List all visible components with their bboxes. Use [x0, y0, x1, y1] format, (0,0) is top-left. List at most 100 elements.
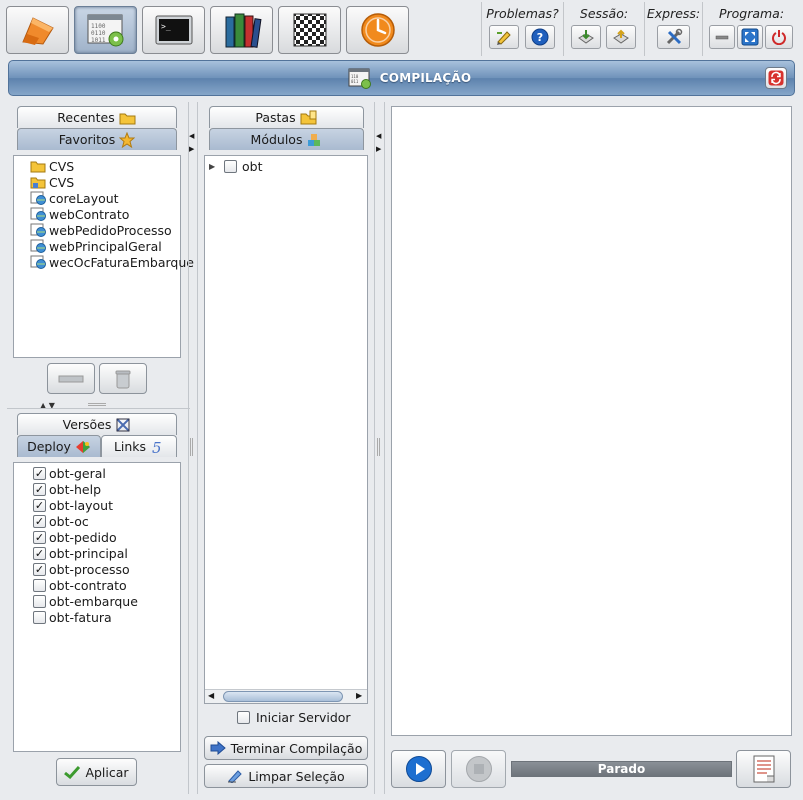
tab-modules[interactable]: Módulos — [209, 128, 364, 150]
library-button[interactable] — [210, 6, 273, 54]
refresh-button[interactable] — [765, 67, 787, 89]
apply-button[interactable]: Aplicar — [56, 758, 137, 786]
deploy-item-label: obt-layout — [49, 497, 113, 513]
session-label: Sessão: — [579, 6, 629, 21]
deploy-item[interactable]: ✓ obt-oc — [33, 513, 89, 529]
session-group: Sessão: — [563, 2, 644, 56]
minimize-button[interactable] — [709, 25, 735, 49]
maximize-button[interactable] — [737, 25, 763, 49]
expand-arrow-icon[interactable]: ▶ — [209, 162, 221, 171]
remove-favorite-button[interactable] — [47, 363, 95, 394]
clock-button[interactable] — [346, 6, 409, 54]
stop-button[interactable] — [451, 750, 506, 788]
status-indicator: Parado — [511, 761, 732, 777]
terminal-button[interactable]: >_ — [142, 6, 205, 54]
deploy-item[interactable]: ✓ obt-layout — [33, 497, 113, 513]
deploy-item[interactable]: obt-embarque — [33, 593, 138, 609]
modules-icon — [308, 133, 321, 146]
deploy-item[interactable]: ✓ obt-pedido — [33, 529, 117, 545]
middle-left-border — [197, 102, 198, 794]
finish-compilation-label: Terminar Compilação — [230, 740, 363, 756]
left-splitter[interactable] — [188, 102, 189, 794]
versions-icon — [116, 417, 131, 432]
favorite-item[interactable]: webPedidoProcesso — [30, 222, 172, 238]
deploy-item[interactable]: obt-contrato — [33, 577, 127, 593]
express-label: Express: — [646, 6, 701, 21]
start-server-label: Iniciar Servidor — [256, 710, 351, 725]
horizontal-scrollbar[interactable]: ◀ ▶ — [205, 689, 367, 703]
tab-versions[interactable]: Versões — [17, 413, 177, 435]
svg-text:5: 5 — [152, 439, 162, 455]
splitter-grip-left[interactable] — [190, 438, 193, 456]
scrollbar-thumb[interactable] — [223, 691, 343, 702]
deploy-item-checkbox[interactable]: ✓ — [33, 498, 46, 512]
tab-links[interactable]: Links 5 — [101, 435, 177, 457]
expand-left-icon[interactable]: ▶ — [189, 145, 194, 153]
checkmark-icon — [64, 765, 81, 779]
deploy-item[interactable]: ✓ obt-geral — [33, 465, 106, 481]
splitter-grip-middle[interactable] — [377, 438, 380, 456]
session-save-button[interactable] — [571, 25, 601, 49]
folder-icon — [30, 159, 46, 173]
favorite-item[interactable]: webPrincipalGeral — [30, 238, 162, 254]
deploy-item-checkbox[interactable]: ✓ — [33, 530, 46, 544]
tab-favorites[interactable]: Favoritos — [17, 128, 177, 150]
favorite-item[interactable]: CVS — [30, 174, 74, 190]
favorite-item[interactable]: webContrato — [30, 206, 129, 222]
clear-selection-button[interactable]: Limpar Seleção — [204, 764, 368, 788]
scroll-left-icon[interactable]: ◀ — [208, 691, 214, 700]
favorite-item[interactable]: wecOcFaturaEmbarque — [30, 254, 194, 270]
web-module-icon — [30, 207, 46, 221]
deploy-item[interactable]: obt-fatura — [33, 609, 112, 625]
minimize-icon — [715, 35, 729, 40]
deploy-item-checkbox[interactable]: ✓ — [33, 546, 46, 560]
svg-text:0110: 0110 — [91, 30, 106, 37]
start-server-box[interactable] — [237, 711, 250, 724]
favorite-item[interactable]: CVS — [30, 158, 74, 174]
finish-compilation-button[interactable]: Terminar Compilação — [204, 736, 368, 760]
tab-modules-label: Módulos — [250, 132, 303, 147]
start-server-checkbox[interactable]: Iniciar Servidor — [237, 710, 351, 725]
deploy-item[interactable]: ✓ obt-principal — [33, 545, 128, 561]
output-console[interactable] — [391, 106, 792, 736]
report-icon — [753, 755, 774, 783]
tree-node[interactable]: ▶ obt — [209, 158, 262, 174]
deploy-item-label: obt-principal — [49, 545, 128, 561]
delete-favorite-button[interactable] — [99, 363, 147, 394]
checkerboard-icon — [293, 13, 326, 47]
scroll-right-icon[interactable]: ▶ — [356, 691, 362, 700]
splitter-grip[interactable] — [88, 403, 106, 406]
deploy-item-checkbox[interactable] — [33, 594, 46, 608]
express-tools-button[interactable] — [657, 25, 690, 49]
middle-splitter[interactable] — [374, 102, 375, 794]
session-load-button[interactable] — [606, 25, 636, 49]
deploy-item-checkbox[interactable]: ✓ — [33, 466, 46, 480]
deploy-item-checkbox[interactable]: ✓ — [33, 482, 46, 496]
deploy-item-checkbox[interactable]: ✓ — [33, 514, 46, 528]
svg-text:>_: >_ — [161, 22, 171, 31]
deploy-item-checkbox[interactable] — [33, 578, 46, 592]
deploy-item-checkbox[interactable] — [33, 610, 46, 624]
tab-recent[interactable]: Recentes — [17, 106, 177, 128]
tab-deploy[interactable]: Deploy — [17, 435, 101, 457]
compilation-button[interactable]: 1100 0110 1011 — [74, 6, 137, 54]
report-problem-button[interactable] — [489, 25, 519, 49]
collapse-left-icon[interactable]: ◀ — [189, 132, 194, 140]
tab-folders[interactable]: Pastas — [209, 106, 364, 128]
favorite-item-label: webContrato — [49, 206, 130, 222]
board-button[interactable] — [278, 6, 341, 54]
log-report-button[interactable] — [736, 750, 791, 788]
deploy-item-checkbox[interactable]: ✓ — [33, 562, 46, 576]
favorite-item[interactable]: coreLayout — [30, 190, 119, 206]
power-button[interactable] — [765, 25, 793, 49]
collapse-middle-icon[interactable]: ◀ — [376, 132, 381, 140]
web-module-icon — [30, 239, 46, 253]
expand-middle-icon[interactable]: ▶ — [376, 145, 381, 153]
deploy-item[interactable]: ✓ obt-help — [33, 481, 101, 497]
favorite-item-label: coreLayout — [49, 190, 119, 206]
help-button[interactable]: ? — [525, 25, 555, 49]
home-button[interactable] — [6, 6, 69, 54]
play-button[interactable] — [391, 750, 446, 788]
deploy-item[interactable]: ✓ obt-processo — [33, 561, 130, 577]
tree-node-checkbox[interactable] — [224, 159, 237, 173]
